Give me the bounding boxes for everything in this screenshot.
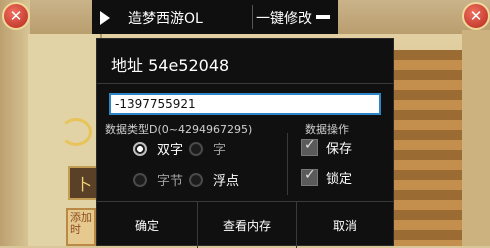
checkbox-checked-icon [301, 167, 318, 186]
radio-float-label: 浮点 [213, 174, 240, 189]
edit-value-dialog: 地址 54e52048 数据类型D(0~4294967295) 数据操作 双字 … [96, 38, 394, 248]
tile-label: 添加时 [70, 211, 92, 236]
checkbox-save[interactable]: 保存 [301, 137, 353, 157]
game-right-border [462, 30, 490, 246]
checkbox-lock[interactable]: 锁定 [301, 167, 353, 187]
side-icon-glyph: 卜 [75, 175, 92, 194]
radio-byte-label: 字节 [157, 174, 184, 189]
section-divider [287, 133, 288, 195]
radio-byte[interactable]: 字节 [133, 170, 183, 189]
checkbox-checked-icon [301, 137, 318, 156]
play-icon[interactable] [100, 11, 110, 25]
game-item-list [392, 50, 462, 246]
dialog-title: 地址 54e52048 [111, 56, 230, 75]
dialog-title-divider [97, 83, 393, 84]
data-type-label: 数据类型D(0~4294967295) [105, 123, 253, 136]
confirm-button[interactable]: 确定 [97, 202, 197, 248]
view-memory-button[interactable]: 查看内存 [197, 202, 297, 248]
checkbox-save-label: 保存 [326, 142, 353, 157]
radio-dword-label: 双字 [157, 143, 184, 158]
data-ops-label: 数据操作 [305, 123, 349, 136]
radio-unselected-icon [189, 141, 203, 156]
radio-word-label: 字 [213, 143, 227, 158]
radio-unselected-icon [189, 172, 203, 187]
value-input[interactable] [109, 93, 381, 115]
swirl-icon [60, 118, 92, 146]
radio-word[interactable]: 字 [189, 139, 226, 158]
radio-float[interactable]: 浮点 [189, 170, 239, 189]
game-left-border [0, 0, 30, 246]
radio-selected-icon [133, 141, 147, 156]
overlay-title: 造梦西游OL [128, 11, 203, 27]
dialog-button-row: 确定 查看内存 取消 [97, 201, 393, 248]
game-close-icon-left[interactable]: ✕ [2, 2, 30, 30]
overlay-divider [252, 5, 253, 29]
checkbox-lock-label: 锁定 [326, 172, 353, 187]
tool-overlay-bar: 造梦西游OL 一键修改 [92, 0, 338, 34]
radio-unselected-icon [133, 172, 147, 187]
cancel-button[interactable]: 取消 [297, 202, 393, 248]
game-close-icon-right[interactable]: ✕ [462, 2, 490, 30]
minimize-icon[interactable] [316, 15, 330, 19]
game-add-tile[interactable]: 添加时 [66, 208, 96, 246]
radio-dword[interactable]: 双字 [133, 139, 183, 158]
one-click-modify-button[interactable]: 一键修改 [256, 8, 312, 28]
